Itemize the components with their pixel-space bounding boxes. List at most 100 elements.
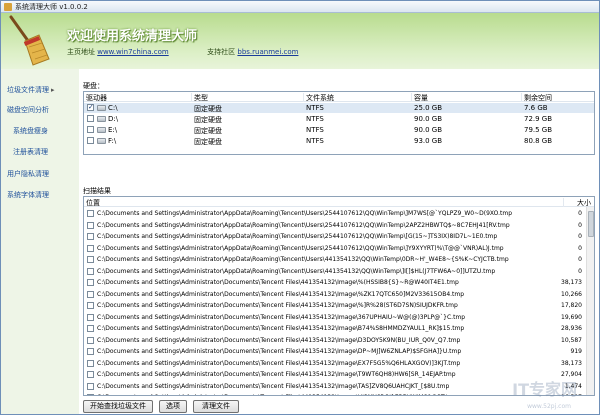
support-link[interactable]: bbs.ruanmei.com [237, 48, 298, 56]
col-filesystem[interactable]: 文件系统 [304, 93, 412, 102]
banner-links: 主页地址 www.win7china.com 支持社区 bbs.ruanmei.… [67, 47, 298, 57]
sidebar-item-registry-cleanup[interactable]: 注册表清理 [13, 147, 48, 157]
scan-table-header: 位置 大小 [84, 197, 594, 207]
scan-row-checkbox[interactable] [87, 325, 94, 332]
scan-row[interactable]: C:\Documents and Settings\Administrator\… [84, 358, 584, 370]
sidebar: 垃圾文件清理 磁盘空间分析 系统盘瘦身 注册表清理 用户隐私清理 系统字体清理 [1, 69, 79, 414]
scan-row-checkbox[interactable] [87, 210, 94, 217]
disk-fs: NTFS [306, 115, 324, 123]
disk-free: 7.6 GB [524, 104, 548, 112]
scan-row-checkbox[interactable] [87, 336, 94, 344]
scan-row[interactable]: C:\Documents and Settings\Administrator\… [84, 266, 584, 278]
disk-row[interactable]: C:\ 固定硬盘 NTFS 25.0 GB 7.6 GB [84, 103, 594, 113]
scan-row-path: C:\Documents and Settings\Administrator\… [97, 371, 456, 378]
scan-row-checkbox[interactable] [87, 233, 94, 240]
scan-row-path: C:\Documents and Settings\Administrator\… [97, 382, 450, 390]
disk-drive: D:\ [108, 115, 119, 123]
scan-row-checkbox[interactable] [87, 302, 94, 309]
disk-type: 固定硬盘 [194, 138, 222, 146]
scan-row-checkbox[interactable] [87, 279, 94, 286]
watermark-logo: IT专家网 [512, 380, 577, 399]
scan-row-path: C:\Documents and Settings\Administrator\… [97, 313, 466, 321]
sidebar-item-junk-cleanup[interactable]: 垃圾文件清理 [7, 85, 55, 95]
clean-files-button[interactable]: 清理文件 [193, 400, 239, 413]
scan-row-path: C:\Documents and Settings\Administrator\… [97, 221, 510, 229]
scan-row-checkbox[interactable] [87, 221, 94, 229]
disk-table: 驱动器 类型 文件系统 容量 剩余空间 C:\ 固定硬盘 NTFS 25.0 G… [83, 91, 595, 155]
disks-label: 硬盘： [83, 82, 104, 90]
scan-row[interactable]: C:\Documents and Settings\Administrator\… [84, 312, 584, 324]
scan-row[interactable]: C:\Documents and Settings\Administrator\… [84, 323, 584, 335]
disk-free: 79.5 GB [524, 126, 553, 134]
col-size[interactable]: 大小 [564, 198, 594, 207]
scan-row[interactable]: C:\Documents and Settings\Administrator\… [84, 254, 584, 266]
disk-type: 固定硬盘 [194, 116, 222, 124]
col-capacity[interactable]: 容量 [412, 93, 522, 102]
scan-row[interactable]: C:\Documents and Settings\Administrator\… [84, 381, 584, 393]
disk-checkbox[interactable] [87, 126, 94, 133]
scan-row-checkbox[interactable] [87, 348, 94, 355]
col-drive[interactable]: 驱动器 [84, 93, 192, 102]
hard-drive-icon [97, 105, 106, 111]
scrollbar-thumb[interactable] [588, 211, 594, 237]
scan-row-checkbox[interactable] [87, 290, 94, 298]
disk-row[interactable]: E:\ 固定硬盘 NTFS 90.0 GB 79.5 GB [84, 125, 594, 135]
options-button[interactable]: 选项 [159, 400, 187, 413]
scan-row-size: 919 [570, 348, 582, 355]
scan-row-checkbox[interactable] [87, 256, 94, 263]
sidebar-item-privacy-cleanup[interactable]: 用户隐私清理 [7, 169, 49, 179]
col-location[interactable]: 位置 [84, 198, 564, 207]
scan-row[interactable]: C:\Documents and Settings\Administrator\… [84, 277, 584, 289]
title-bar: 系统清理大师 v1.0.0.2 [1, 1, 599, 13]
scan-row-path: C:\Documents and Settings\Administrator\… [97, 290, 465, 298]
disk-table-header: 驱动器 类型 文件系统 容量 剩余空间 [84, 92, 594, 102]
disk-drive: E:\ [108, 126, 118, 134]
scan-row[interactable]: C:\Documents and Settings\Administrator\… [84, 208, 584, 220]
sidebar-item-font-cleanup[interactable]: 系统字体清理 [7, 190, 49, 200]
col-type[interactable]: 类型 [192, 93, 304, 102]
scan-row-checkbox[interactable] [87, 313, 94, 321]
scan-row[interactable]: C:\Documents and Settings\Administrator\… [84, 392, 584, 395]
scan-row-checkbox[interactable] [87, 267, 94, 275]
scan-row[interactable]: C:\Documents and Settings\Administrator\… [84, 369, 584, 381]
scan-row[interactable]: C:\Documents and Settings\Administrator\… [84, 231, 584, 243]
scan-row[interactable]: C:\Documents and Settings\Administrator\… [84, 289, 584, 301]
scan-row-checkbox[interactable] [87, 371, 94, 378]
scan-row-path: C:\Documents and Settings\Administrator\… [97, 359, 461, 367]
homepage-label: 主页地址 [67, 48, 95, 56]
disk-row[interactable]: D:\ 固定硬盘 NTFS 90.0 GB 72.9 GB [84, 114, 594, 124]
start-scan-button[interactable]: 开始查找垃圾文件 [83, 400, 153, 413]
scan-row-size: 38,173 [561, 359, 582, 367]
scan-row-size: 10,266 [561, 290, 582, 298]
scan-scrollbar[interactable] [586, 207, 594, 395]
banner-title: 欢迎使用系统清理大师 [67, 29, 198, 44]
scan-row-path: C:\Documents and Settings\Administrator\… [97, 348, 462, 355]
scan-row[interactable]: C:\Documents and Settings\Administrator\… [84, 220, 584, 232]
scan-row[interactable]: C:\Documents and Settings\Administrator\… [84, 300, 584, 312]
scan-row-size: 0 [578, 233, 582, 240]
main-panel: 硬盘： 驱动器 类型 文件系统 容量 剩余空间 C:\ 固定硬盘 NTFS 25… [79, 69, 599, 414]
scan-row[interactable]: C:\Documents and Settings\Administrator\… [84, 346, 584, 358]
scan-row-path: C:\Documents and Settings\Administrator\… [97, 210, 513, 217]
homepage-link[interactable]: www.win7china.com [97, 48, 168, 56]
sidebar-item-disk-analysis[interactable]: 磁盘空间分析 [7, 105, 49, 115]
disk-fs: NTFS [306, 104, 324, 112]
disk-checkbox[interactable] [87, 137, 94, 144]
col-free-space[interactable]: 剩余空间 [522, 93, 594, 102]
scan-row-path: C:\Documents and Settings\Administrator\… [97, 244, 504, 252]
disk-checkbox[interactable] [87, 115, 94, 122]
scan-row-size: 0 [578, 221, 582, 229]
scan-row-checkbox[interactable] [87, 359, 94, 367]
sidebar-item-system-slim[interactable]: 系统盘瘦身 [13, 126, 48, 136]
scan-row-checkbox[interactable] [87, 382, 94, 390]
scan-row-size: 10,587 [561, 336, 582, 344]
scan-row[interactable]: C:\Documents and Settings\Administrator\… [84, 243, 584, 255]
disk-checkbox[interactable] [87, 103, 94, 111]
scan-row-checkbox[interactable] [87, 394, 94, 395]
scan-row-size: 0 [578, 244, 582, 252]
disk-type: 固定硬盘 [194, 105, 222, 113]
scan-row-checkbox[interactable] [87, 244, 94, 252]
disk-drive: F:\ [108, 137, 117, 145]
disk-row[interactable]: F:\ 固定硬盘 NTFS 93.0 GB 80.8 GB [84, 136, 594, 146]
scan-row[interactable]: C:\Documents and Settings\Administrator\… [84, 335, 584, 347]
